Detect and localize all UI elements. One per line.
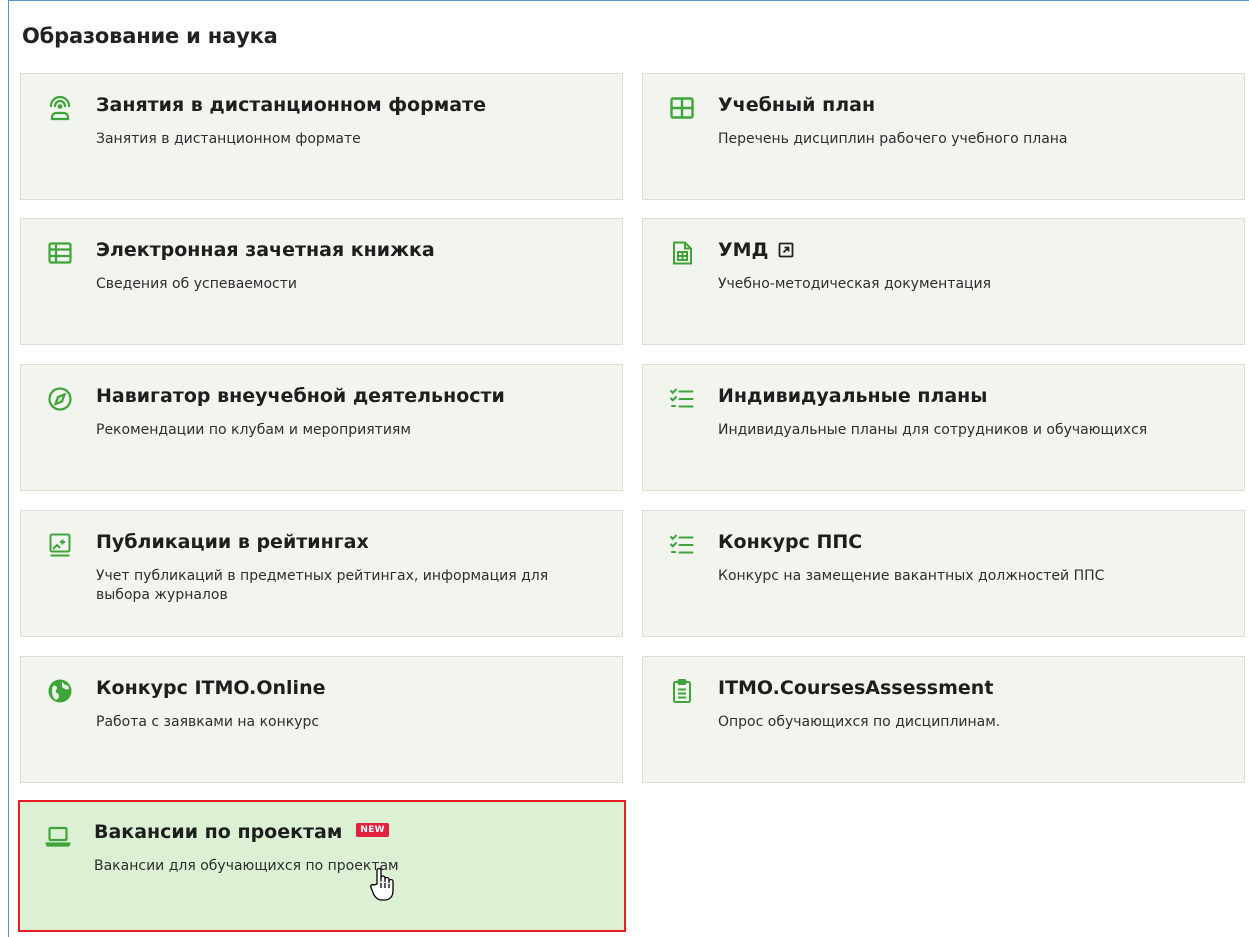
clipboard-icon xyxy=(669,678,695,704)
card-title: Публикации в рейтингах xyxy=(96,531,369,553)
card-title: УМД xyxy=(718,239,794,261)
card-itmo-courses-assessment[interactable]: ITMO.CoursesAssessment Опрос обучающихся… xyxy=(642,656,1245,783)
card-title: Навигатор внеучебной деятельности xyxy=(96,385,505,407)
card-title: Учебный план xyxy=(718,94,876,116)
card-title: ITMO.CoursesAssessment xyxy=(718,677,994,699)
card-study-plan[interactable]: Учебный план Перечень дисциплин рабочего… xyxy=(642,73,1245,200)
card-description: Вакансии для обучающихся по проектам xyxy=(94,858,399,874)
card-title: Конкурс ITMO.Online xyxy=(96,677,326,699)
card-title: Индивидуальные планы xyxy=(718,385,988,407)
card-description: Работа с заявками на конкурс xyxy=(96,714,320,730)
card-umd[interactable]: УМД Учебно-методическая документация xyxy=(642,218,1245,345)
card-title-text: УМД xyxy=(718,239,769,261)
card-distance-classes[interactable]: Занятия в дистанционном формате Занятия … xyxy=(20,73,623,200)
card-description: Учет публикаций в предметных рейтингах, … xyxy=(96,568,549,603)
document-spreadsheet-icon xyxy=(669,240,695,266)
card-description: Занятия в дистанционном формате xyxy=(96,131,361,147)
card-description: Индивидуальные планы для сотрудников и о… xyxy=(718,422,1148,438)
card-pps-contest[interactable]: Конкурс ППС Конкурс на замещение вакантн… xyxy=(642,510,1245,637)
card-title: Вакансии по проектам NEW xyxy=(94,821,389,843)
checklist-icon xyxy=(669,386,695,412)
section-title: Образование и наука xyxy=(22,24,278,48)
card-description: Конкурс на замещение вакантных должносте… xyxy=(718,568,1105,584)
card-description: Сведения об успеваемости xyxy=(96,276,297,292)
card-description: Учебно-методическая документация xyxy=(718,276,992,292)
grid-table-icon xyxy=(669,95,695,121)
card-individual-plans[interactable]: Индивидуальные планы Индивидуальные план… xyxy=(642,364,1245,491)
card-title: Конкурс ППС xyxy=(718,531,863,553)
compass-icon xyxy=(47,386,73,412)
card-title: Занятия в дистанционном формате xyxy=(96,94,486,116)
card-description: Перечень дисциплин рабочего учебного пла… xyxy=(718,131,1068,147)
card-title: Электронная зачетная книжка xyxy=(96,239,435,261)
globe-icon xyxy=(47,678,73,704)
card-gradebook[interactable]: Электронная зачетная книжка Сведения об … xyxy=(20,218,623,345)
hand-pointer-cursor-icon xyxy=(369,866,399,902)
card-publications-ratings[interactable]: Публикации в рейтингах Учет публикаций в… xyxy=(20,510,623,637)
webinar-person-icon xyxy=(47,95,73,121)
card-extracurricular-navigator[interactable]: Навигатор внеучебной деятельности Рекоме… xyxy=(20,364,623,491)
card-title-text: Вакансии по проектам xyxy=(94,821,343,843)
card-description: Опрос обучающихся по дисциплинам. xyxy=(718,714,1001,730)
laptop-icon xyxy=(45,823,71,849)
card-itmo-online-contest[interactable]: Конкурс ITMO.Online Работа с заявками на… xyxy=(20,656,623,783)
external-link-icon xyxy=(778,241,794,257)
image-plus-icon xyxy=(47,532,73,558)
card-project-vacancies[interactable]: Вакансии по проектам NEW Вакансии для обу… xyxy=(18,800,626,932)
checklist-icon xyxy=(669,532,695,558)
table-list-icon xyxy=(47,240,73,266)
card-description: Рекомендации по клубам и мероприятиям xyxy=(96,422,411,438)
new-badge: NEW xyxy=(356,822,389,837)
